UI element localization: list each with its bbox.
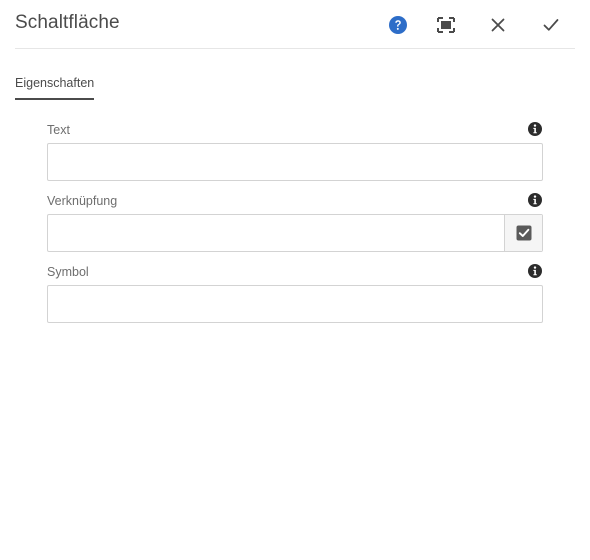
symbol-input[interactable] bbox=[47, 285, 543, 323]
help-button[interactable] bbox=[385, 12, 411, 38]
help-icon bbox=[389, 16, 407, 34]
dialog-header: Schaltfläche bbox=[0, 0, 590, 50]
text-input[interactable] bbox=[47, 143, 543, 181]
info-icon[interactable] bbox=[528, 193, 542, 207]
link-field-label: Verknüpfung bbox=[47, 194, 118, 208]
header-divider bbox=[15, 48, 575, 49]
close-button[interactable] bbox=[485, 12, 511, 38]
text-field: Text bbox=[47, 120, 543, 191]
symbol-field: Symbol bbox=[47, 262, 543, 333]
done-button[interactable] bbox=[538, 12, 564, 38]
dialog: Schaltfläche Eigenschaften Text Verknüpf… bbox=[0, 0, 590, 560]
properties-form: Text Verknüpfung Symbol bbox=[47, 120, 543, 333]
info-icon[interactable] bbox=[528, 122, 542, 136]
path-picker-button[interactable] bbox=[504, 215, 542, 251]
tab-eigenschaften[interactable]: Eigenschaften bbox=[15, 76, 95, 100]
fullscreen-button[interactable] bbox=[433, 12, 459, 38]
symbol-field-label: Symbol bbox=[47, 265, 89, 279]
link-field: Verknüpfung bbox=[47, 191, 543, 262]
text-field-label: Text bbox=[47, 123, 70, 137]
checkbox-checked-icon bbox=[516, 225, 531, 241]
dialog-title: Schaltfläche bbox=[15, 12, 120, 33]
checkmark-icon bbox=[543, 19, 559, 31]
tab-list: Eigenschaften bbox=[15, 74, 95, 101]
link-input-group bbox=[47, 214, 543, 252]
close-icon bbox=[491, 18, 505, 32]
fullscreen-icon bbox=[437, 17, 455, 33]
link-input[interactable] bbox=[48, 215, 504, 251]
info-icon[interactable] bbox=[528, 264, 542, 278]
